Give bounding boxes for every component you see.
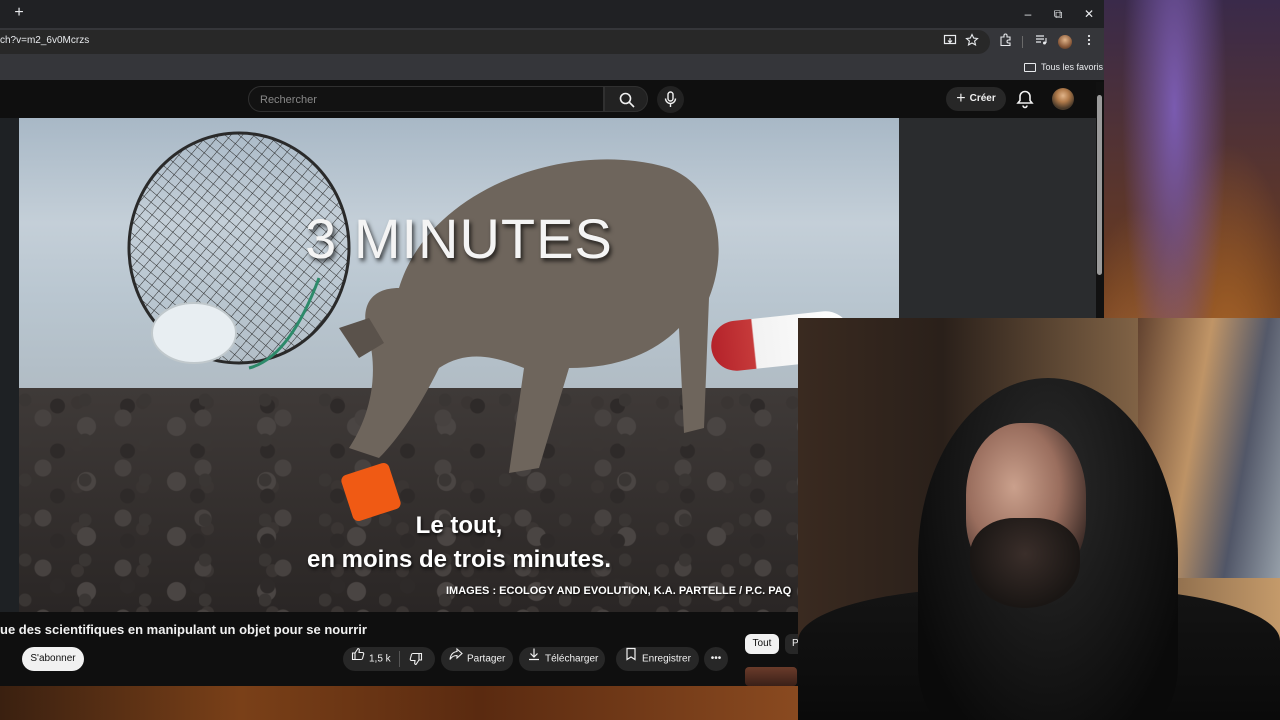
- video-overlay-title: 3 MINUTES: [305, 207, 613, 270]
- thumbs-up-icon: [351, 647, 365, 671]
- tab-bar: [0, 0, 1104, 28]
- share-label: Partager: [467, 653, 506, 665]
- dislike-button[interactable]: [404, 647, 430, 671]
- extensions-icon[interactable]: [997, 33, 1015, 51]
- voice-search-button[interactable]: [657, 86, 684, 113]
- save-button[interactable]: Enregistrer: [616, 647, 699, 671]
- account-avatar[interactable]: [1052, 88, 1074, 110]
- minimize-button[interactable]: –: [1014, 4, 1042, 24]
- more-actions-button[interactable]: •••: [704, 647, 728, 671]
- video-caption-line-1: Le tout,: [415, 512, 503, 539]
- save-label: Enregistrer: [642, 653, 691, 665]
- address-bar[interactable]: [0, 30, 990, 54]
- profile-avatar-icon[interactable]: [1056, 33, 1074, 51]
- new-tab-button[interactable]: +: [10, 4, 28, 22]
- video-credit: IMAGES : ECOLOGY AND EVOLUTION, K.A. PAR…: [446, 585, 792, 597]
- bookmark-icon: [624, 647, 638, 671]
- share-arrow-icon: [449, 647, 463, 671]
- like-divider: [399, 651, 400, 667]
- browser-menu-icon[interactable]: [1080, 33, 1098, 51]
- all-bookmarks-label: Tous les favoris: [1041, 62, 1104, 72]
- search-icon: [619, 92, 635, 108]
- install-app-icon[interactable]: [941, 33, 959, 51]
- close-window-button[interactable]: ✕: [1075, 4, 1103, 24]
- bookmarks-bar: [0, 56, 1104, 80]
- thumbs-down-icon: [409, 652, 423, 666]
- all-bookmarks-folder[interactable]: Tous les favoris: [1024, 59, 1103, 75]
- folder-icon: [1024, 63, 1036, 73]
- video-caption-line-2: en moins de trois minutes.: [306, 546, 612, 573]
- webcam-overlay: [798, 318, 1280, 720]
- left-panel: [0, 118, 19, 612]
- create-label: Créer: [969, 93, 996, 104]
- create-button[interactable]: + Créer: [946, 87, 1006, 111]
- webcam-person-beard: [970, 518, 1080, 608]
- search-input[interactable]: [258, 87, 592, 113]
- restore-button[interactable]: ⧉: [1044, 4, 1072, 24]
- address-bar-url[interactable]: ch?v=m2_6v0Mcrzs: [0, 35, 89, 46]
- subscribe-button[interactable]: S'abonner: [22, 647, 84, 671]
- video-title: ue des scientifiques en manipulant un ob…: [0, 622, 367, 637]
- plus-icon: +: [956, 90, 966, 107]
- related-video-thumbnail[interactable]: [745, 667, 797, 686]
- media-controls-icon[interactable]: [1032, 33, 1050, 51]
- notifications-bell-icon[interactable]: [1014, 88, 1036, 110]
- desktop-background-bottom: [0, 686, 800, 720]
- download-label: Télécharger: [545, 653, 599, 665]
- search-button[interactable]: [604, 86, 648, 112]
- bookmark-star-icon[interactable]: [963, 33, 981, 51]
- scrollbar-thumb[interactable]: [1097, 95, 1102, 275]
- download-button[interactable]: Télécharger: [519, 647, 605, 671]
- wolf-image: [339, 159, 719, 473]
- download-icon: [527, 647, 541, 671]
- video-player[interactable]: 3 MINUTES Le tout, en moins de trois min…: [19, 118, 899, 612]
- share-button[interactable]: Partager: [441, 647, 513, 671]
- microphone-icon: [664, 91, 677, 107]
- like-count: 1,5 k: [369, 653, 391, 665]
- toolbar-divider: [1022, 36, 1023, 48]
- chip-all[interactable]: Tout: [745, 634, 779, 654]
